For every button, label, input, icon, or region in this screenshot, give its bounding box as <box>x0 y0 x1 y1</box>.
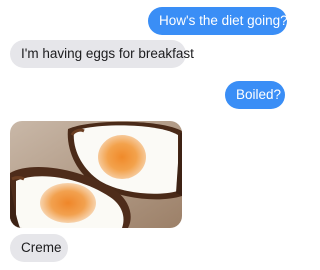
photo-message[interactable] <box>10 121 182 228</box>
message-text: How's the diet going? <box>159 13 288 28</box>
message-text: I'm having eggs for breakfast <box>21 46 194 61</box>
message-text: Creme <box>21 240 62 255</box>
creme-egg-photo <box>10 121 182 228</box>
sent-message-bubble[interactable]: How's the diet going? <box>148 7 288 35</box>
received-message-bubble[interactable]: Creme <box>10 234 68 262</box>
received-message-bubble[interactable]: I'm having eggs for breakfast <box>10 40 194 68</box>
message-text: Boiled? <box>236 87 282 102</box>
sent-message-bubble[interactable]: Boiled? <box>225 81 285 109</box>
